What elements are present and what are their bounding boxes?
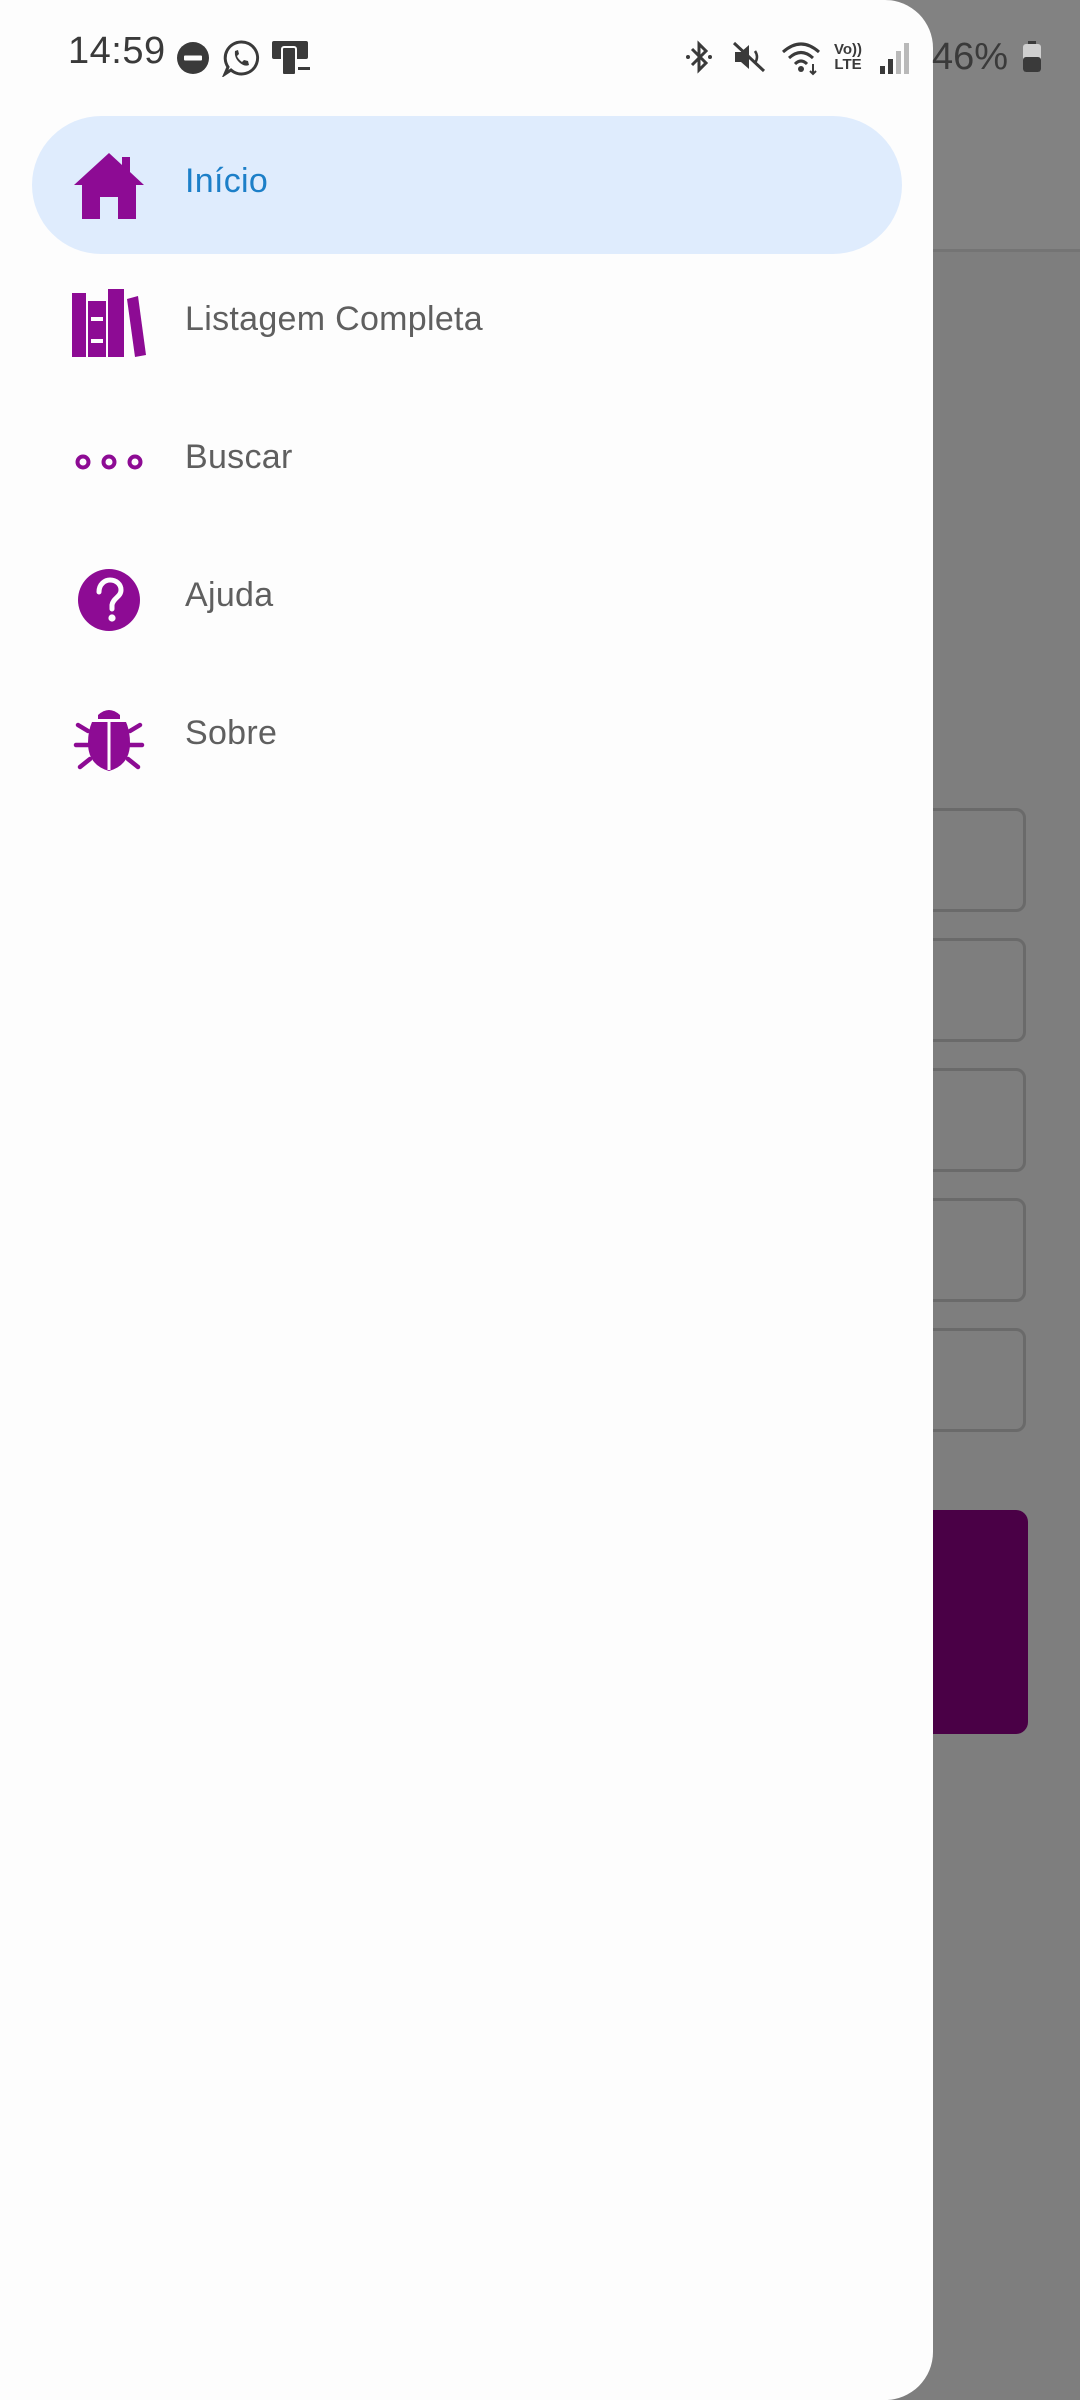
help-circle-icon [72, 563, 146, 637]
status-left-icons [174, 36, 310, 80]
battery-icon [1020, 38, 1044, 76]
volte-label-bottom: LTE [834, 56, 862, 73]
drawer-item-label: Início [185, 162, 269, 200]
drawer-item-label: Buscar [185, 438, 293, 476]
do-not-disturb-icon [174, 39, 212, 77]
mute-icon [730, 38, 768, 76]
signal-icon [878, 38, 916, 76]
phone-device-icon [270, 39, 310, 77]
drawer-item-inicio[interactable]: Início [32, 116, 902, 254]
drawer-item-label: Listagem Completa [185, 300, 484, 338]
drawer-item-sobre[interactable]: Sobre [32, 668, 902, 806]
whatsapp-icon [221, 39, 260, 79]
drawer-item-label: Ajuda [185, 576, 274, 614]
bluetooth-icon [680, 38, 718, 76]
home-icon [72, 149, 146, 223]
status-right-icons: Vo)) LTE 46% [680, 34, 1044, 80]
books-icon [72, 287, 146, 361]
drawer-item-label: Sobre [185, 714, 278, 752]
bug-icon [72, 701, 146, 775]
status-bar: 14:59 Vo)) LTE 46% [0, 0, 1080, 112]
drawer-item-listagem-completa[interactable]: Listagem Completa [32, 254, 902, 392]
drawer-item-ajuda[interactable]: Ajuda [32, 530, 902, 668]
battery-percent: 46% [932, 35, 1009, 78]
drawer-menu: Início Listagem Completa Buscar Ajuda So… [0, 116, 933, 806]
wifi-icon [780, 38, 820, 76]
navigation-drawer: Início Listagem Completa Buscar Ajuda So… [0, 0, 933, 2400]
screen: Início Listagem Completa Buscar Ajuda So… [0, 0, 1080, 2400]
drawer-item-buscar[interactable]: Buscar [32, 392, 902, 530]
status-time: 14:59 [68, 30, 166, 72]
more-dots-icon [72, 425, 146, 499]
volte-label-top: Vo)) [833, 41, 863, 58]
volte-icon: Vo)) LTE [830, 38, 866, 76]
